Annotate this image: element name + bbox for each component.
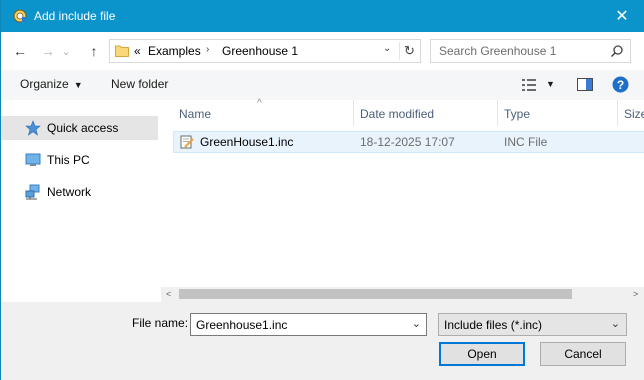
column-header-label: Date modified bbox=[360, 107, 435, 121]
forward-arrow-icon: → bbox=[41, 43, 55, 59]
close-button[interactable]: ✕ bbox=[599, 0, 644, 32]
file-dialog: Add include file ✕ ← → ⌄ ↑ « Examples › … bbox=[0, 0, 644, 380]
sidebar-item-network[interactable]: Network bbox=[1, 180, 158, 204]
title-bar: Add include file ✕ bbox=[1, 0, 644, 32]
breadcrumb-overflow[interactable]: « bbox=[134, 44, 141, 58]
breadcrumb-separator-icon[interactable]: › bbox=[206, 44, 209, 55]
address-bar[interactable]: « Examples › Greenhouse 1 ⌄ ↻ bbox=[109, 39, 421, 63]
search-icon bbox=[610, 45, 623, 58]
scroll-left-icon[interactable]: < bbox=[166, 289, 171, 299]
view-options-chevron-icon[interactable]: ▼ bbox=[546, 79, 555, 89]
column-header-label: Type bbox=[504, 107, 531, 121]
sidebar-item-quick-access[interactable]: Quick access bbox=[1, 116, 158, 140]
chevron-down-icon: ⌄ bbox=[61, 45, 71, 58]
file-name: GreenHouse1.inc bbox=[200, 135, 294, 149]
preview-pane-icon[interactable] bbox=[577, 78, 593, 91]
help-icon[interactable]: ? bbox=[612, 76, 629, 93]
chevron-down-icon: ⌄ bbox=[610, 318, 620, 330]
network-icon bbox=[25, 184, 40, 200]
file-date: 18-12-2025 17:07 bbox=[360, 135, 455, 149]
close-icon: ✕ bbox=[615, 8, 629, 25]
breadcrumb-examples[interactable]: Examples bbox=[148, 44, 201, 58]
cancel-button[interactable]: Cancel bbox=[540, 342, 626, 366]
star-icon bbox=[25, 120, 41, 136]
monitor-icon bbox=[25, 153, 41, 166]
up-button[interactable]: ↑ bbox=[83, 40, 105, 62]
chevron-down-icon[interactable]: ⌄ bbox=[412, 317, 421, 330]
column-header-name[interactable]: ^ Name bbox=[161, 98, 354, 126]
file-type-filter[interactable]: Include files (*.inc) ⌄ bbox=[438, 313, 627, 336]
column-header-label: Size bbox=[624, 107, 644, 121]
app-icon bbox=[13, 9, 27, 23]
help-glyph: ? bbox=[617, 78, 624, 92]
command-bar: Organize ▼ New folder ▼ ? bbox=[1, 70, 644, 100]
view-details-icon[interactable] bbox=[522, 79, 538, 91]
sidebar-item-label: Network bbox=[47, 185, 92, 199]
scroll-right-icon[interactable]: > bbox=[633, 289, 638, 299]
scroll-thumb[interactable] bbox=[179, 289, 572, 299]
column-header-label: Name bbox=[179, 107, 212, 121]
file-row[interactable]: GreenHouse1.inc 18-12-2025 17:07 INC Fil… bbox=[173, 131, 644, 153]
sort-ascending-icon: ^ bbox=[257, 98, 262, 109]
column-header-date-modified[interactable]: Date modified bbox=[354, 100, 498, 126]
refresh-icon: ↻ bbox=[404, 43, 415, 58]
sidebar-item-label: Quick access bbox=[47, 121, 119, 135]
horizontal-scrollbar[interactable]: < > bbox=[161, 287, 644, 302]
sidebar-item-label: This PC bbox=[47, 153, 90, 167]
refresh-button[interactable]: ↻ bbox=[399, 42, 419, 60]
file-type: INC File bbox=[504, 135, 548, 149]
address-history-chevron-icon[interactable]: ⌄ bbox=[383, 43, 391, 54]
up-arrow-icon: ↑ bbox=[90, 43, 98, 59]
search-input[interactable] bbox=[439, 43, 599, 59]
filename-input[interactable] bbox=[196, 317, 396, 333]
open-button[interactable]: Open bbox=[439, 342, 525, 366]
filename-combobox[interactable]: ⌄ bbox=[190, 313, 427, 336]
window-title: Add include file bbox=[34, 9, 116, 23]
forward-button[interactable]: → bbox=[37, 40, 59, 62]
organize-menu[interactable]: Organize ▼ bbox=[20, 77, 83, 91]
sidebar-item-this-pc[interactable]: This PC bbox=[1, 148, 158, 172]
column-header-type[interactable]: Type bbox=[498, 100, 618, 126]
file-list: ^ Name Date modified Type Size GreenHous… bbox=[161, 98, 644, 287]
back-arrow-icon: ← bbox=[13, 43, 27, 59]
column-header-size[interactable]: Size bbox=[618, 100, 644, 126]
text-file-icon bbox=[180, 135, 194, 149]
search-box[interactable] bbox=[430, 39, 631, 63]
back-button[interactable]: ← bbox=[9, 40, 31, 62]
breadcrumb-greenhouse[interactable]: Greenhouse 1 bbox=[222, 44, 298, 58]
filename-label: File name: bbox=[132, 316, 189, 330]
recent-locations-button[interactable]: ⌄ bbox=[59, 40, 73, 62]
new-folder-button[interactable]: New folder bbox=[111, 77, 168, 91]
folder-icon bbox=[115, 45, 129, 57]
caret-down-icon: ▼ bbox=[73, 80, 83, 90]
file-type-filter-value: Include files (*.inc) bbox=[444, 318, 543, 332]
navigation-pane: Quick access This PC Network bbox=[1, 100, 161, 302]
organize-label: Organize bbox=[20, 77, 69, 91]
